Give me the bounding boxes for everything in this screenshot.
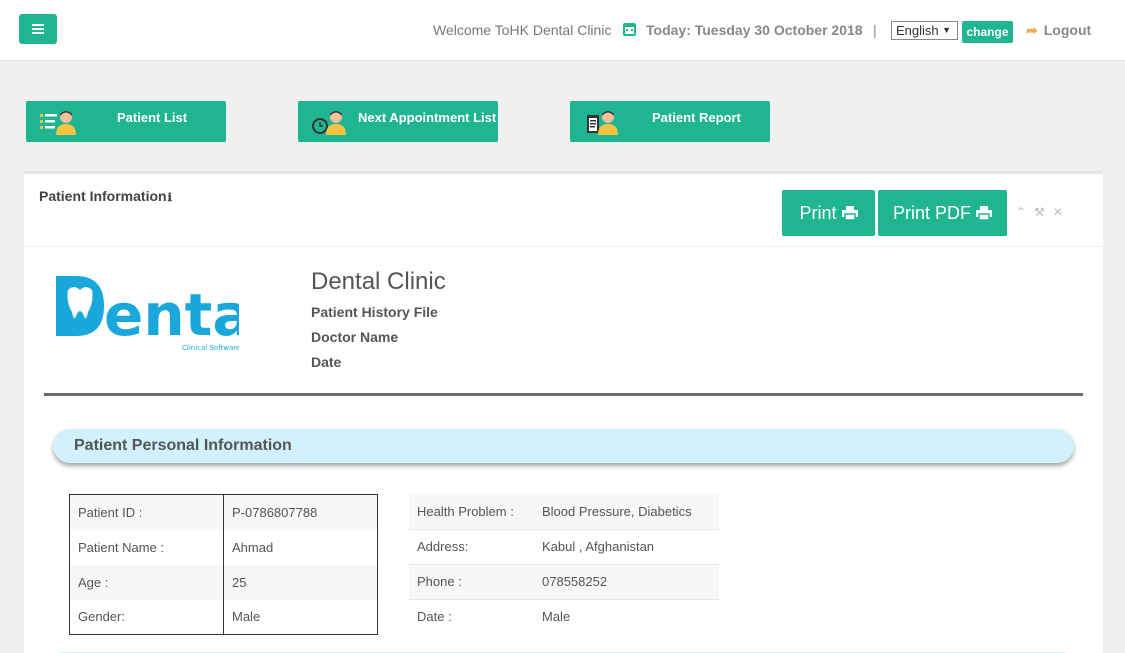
language-select[interactable]: English ▼ xyxy=(891,21,958,40)
patient-list-icon xyxy=(40,111,76,135)
language-select-value: English xyxy=(896,23,939,38)
table-cell-value: Ahmad xyxy=(223,529,378,565)
print-label: Print xyxy=(799,202,837,223)
panel-title: Patient Informationℹ xyxy=(39,188,172,204)
table-cell-value: 078558252 xyxy=(534,564,719,600)
patient-list-label: Patient List xyxy=(117,110,188,125)
menu-toggle-button[interactable] xyxy=(19,14,57,44)
table-row: Phone :078558252 xyxy=(409,564,719,600)
dropdown-caret-icon: ▼ xyxy=(942,25,951,35)
top-navbar: Welcome ToHK Dental Clinic Today: Tuesda… xyxy=(0,0,1125,61)
denta-logo: enta Clinical Software xyxy=(56,276,239,352)
table-cell-value: P-0786807788 xyxy=(223,494,378,530)
table-row: Health Problem : Blood Pressure, Diabetic… xyxy=(409,494,719,530)
section-title: Patient Personal Information xyxy=(74,437,292,454)
table-cell-label: Patient Name : xyxy=(69,529,224,565)
print-button[interactable]: Print xyxy=(782,190,875,236)
print-pdf-label: Print PDF xyxy=(892,202,971,223)
patient-list-button[interactable]: Patient List xyxy=(26,101,226,142)
logout-label: Logout xyxy=(1043,22,1092,38)
table-cell-label: Health Problem : xyxy=(409,494,534,530)
today-date: Today: Tuesday 30 October 2018 xyxy=(646,22,863,38)
table-cell-label: Age : xyxy=(69,564,224,600)
report-divider xyxy=(44,393,1083,396)
table-row: Date : Male xyxy=(409,599,719,634)
table-cell-value: 25 xyxy=(223,564,378,600)
next-appointment-list-label: Next Appointment List xyxy=(358,110,497,125)
change-language-button[interactable]: change xyxy=(962,21,1013,43)
personal-info-table-right: Health Problem : Blood Pressure, Diabetic… xyxy=(409,494,719,634)
separator: | xyxy=(873,22,877,38)
patient-history-label: Patient History File xyxy=(311,304,438,320)
hamburger-icon xyxy=(32,24,44,34)
print-pdf-button[interactable]: Print PDF xyxy=(878,190,1007,236)
table-row: Patient Name : Ahmad xyxy=(69,529,378,565)
table-cell-value: Kabul , Afghanistan xyxy=(534,529,719,565)
clinic-name: Dental Clinic xyxy=(311,268,446,295)
personal-info-table-left: Patient ID : P-0786807788 Patient Name :A… xyxy=(69,494,378,635)
table-row: Age :25 xyxy=(69,564,378,600)
close-icon[interactable]: ✕ xyxy=(1053,205,1071,219)
table-cell-label: Patient ID : xyxy=(69,494,224,530)
patient-report-button[interactable]: Patient Report xyxy=(570,101,770,142)
panel-header-divider xyxy=(24,246,1103,247)
svg-text:enta: enta xyxy=(104,281,239,349)
table-row: Address: Kabul , Afghanistan xyxy=(409,529,719,565)
doctor-name-label: Doctor Name xyxy=(311,329,399,345)
table-cell-label: Address: xyxy=(409,529,534,565)
appointment-icon xyxy=(312,111,346,135)
table-cell-value: Male xyxy=(223,599,378,635)
printer-icon xyxy=(841,206,858,220)
date-label: Date xyxy=(311,354,342,370)
logout-link[interactable]: ➦ Logout xyxy=(1026,22,1091,39)
patient-report-icon xyxy=(587,111,618,135)
welcome-text: Welcome ToHK Dental Clinic xyxy=(433,22,612,38)
printer-icon xyxy=(976,206,992,220)
sign-out-icon: ➦ xyxy=(1026,22,1038,38)
wrench-icon[interactable]: ⚒ xyxy=(1034,205,1053,219)
table-cell-value: Blood Pressure, Diabetics xyxy=(534,494,719,530)
table-cell-value: Male xyxy=(542,609,571,625)
table-row: Patient ID : P-0786807788 xyxy=(69,494,378,530)
panel-tools[interactable]: ⌃⚒✕ xyxy=(1016,205,1071,219)
patient-information-panel: Patient Informationℹ Print Print PDF ⌃⚒✕… xyxy=(24,171,1103,653)
panel-title-text: Patient Information xyxy=(39,188,167,204)
svg-text:Clinical Software: Clinical Software xyxy=(182,344,239,352)
personal-info-section-header: Patient Personal Information xyxy=(53,429,1074,463)
table-cell-label: Gender: xyxy=(69,599,224,635)
calendar-icon xyxy=(623,23,636,36)
table-cell-label: Date : xyxy=(417,609,452,625)
table-cell-label: Phone : xyxy=(409,564,534,600)
collapse-icon[interactable]: ⌃ xyxy=(1016,205,1034,219)
patient-report-label: Patient Report xyxy=(652,110,741,125)
info-icon: ℹ xyxy=(167,192,172,204)
table-row: Gender: Male xyxy=(69,599,378,635)
next-appointment-list-button[interactable]: Next Appointment List xyxy=(298,101,498,142)
